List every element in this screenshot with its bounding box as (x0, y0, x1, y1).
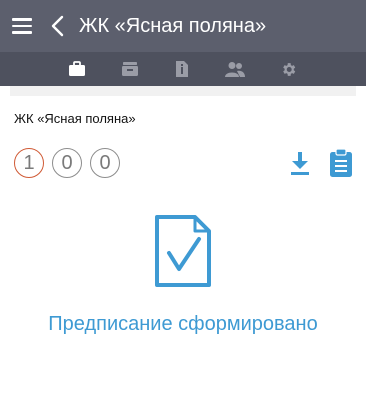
clipboard-icon[interactable] (328, 148, 354, 178)
page-title: ЖК «Ясная поляна» (79, 15, 267, 37)
gear-icon (282, 62, 295, 76)
tab-settings[interactable] (268, 52, 308, 86)
users-icon (225, 62, 245, 77)
counter-third[interactable]: 0 (90, 148, 120, 178)
tab-document-info[interactable] (162, 52, 202, 86)
divider (10, 86, 356, 96)
object-name: ЖК «Ясная поляна» (14, 111, 136, 126)
document-check-icon (155, 215, 211, 287)
app-bar: ЖК «Ясная поляна» (0, 0, 366, 52)
document-info-icon (176, 61, 188, 77)
tab-archive[interactable] (110, 52, 150, 86)
back-arrow-icon[interactable] (50, 15, 66, 37)
tab-users[interactable] (215, 52, 255, 86)
hamburger-menu-icon[interactable] (12, 18, 32, 34)
tab-bar (0, 52, 366, 86)
status-message: Предписание сформировано (48, 313, 318, 335)
counter-red[interactable]: 1 (14, 148, 44, 178)
tab-briefcase[interactable] (57, 52, 97, 86)
briefcase-icon (69, 61, 85, 76)
counter-second[interactable]: 0 (52, 148, 82, 178)
archive-icon (122, 62, 138, 76)
download-icon[interactable] (288, 150, 312, 176)
